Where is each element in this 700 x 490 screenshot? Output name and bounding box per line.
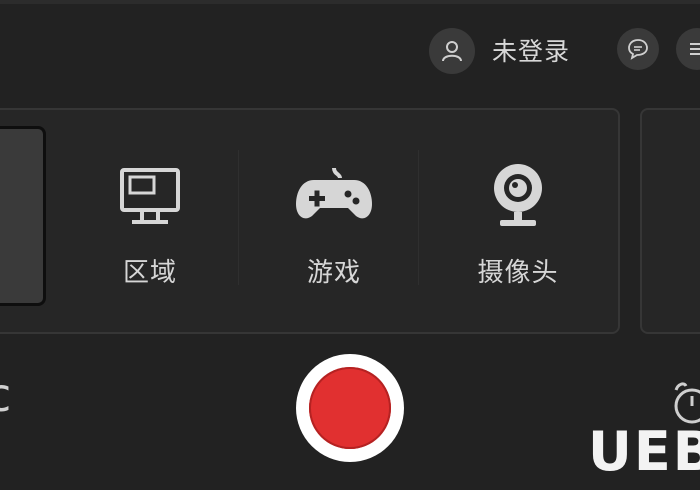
menu-button[interactable] xyxy=(676,28,700,70)
user-avatar[interactable] xyxy=(429,28,475,74)
record-button[interactable] xyxy=(296,354,404,462)
feedback-button[interactable] xyxy=(617,28,659,70)
webcam-icon xyxy=(494,164,542,226)
header: 未登录 xyxy=(0,4,700,88)
mode-label: 游戏 xyxy=(306,258,361,288)
login-status-link[interactable]: 未登录 xyxy=(492,32,570,68)
gamepad-icon xyxy=(296,167,372,219)
user-icon xyxy=(442,41,462,62)
mode-label: 摄像头 xyxy=(477,258,559,288)
menu-icon xyxy=(690,43,700,55)
divider xyxy=(418,150,419,285)
mode-region[interactable]: 区域 xyxy=(90,160,210,300)
chat-icon xyxy=(628,39,648,60)
mode-game[interactable]: 游戏 xyxy=(274,160,394,300)
mode-camera[interactable]: 摄像头 xyxy=(458,160,578,300)
mode-fullscreen[interactable] xyxy=(0,126,46,306)
secondary-panel xyxy=(640,108,700,334)
record-icon xyxy=(309,367,391,449)
left-control-glyph[interactable]: c xyxy=(0,368,11,422)
divider xyxy=(238,150,239,285)
monitor-icon xyxy=(120,168,180,224)
mode-label: 区域 xyxy=(122,258,177,288)
watermark: UEB xyxy=(588,420,700,483)
